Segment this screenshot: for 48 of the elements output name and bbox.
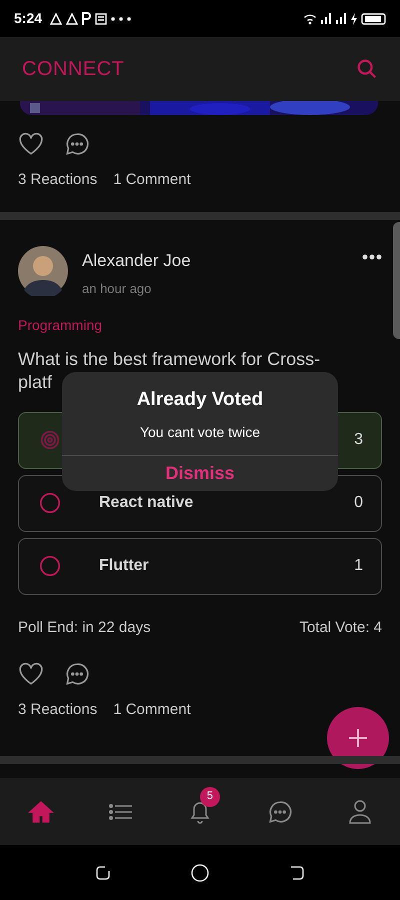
app-title: CONNECT: [22, 57, 124, 82]
post-time: an hour ago: [82, 280, 152, 298]
home-icon[interactable]: [28, 798, 54, 824]
option-count: 3: [354, 430, 363, 450]
notification-badge: 5: [200, 786, 220, 806]
status-time: 5:24: [14, 9, 42, 28]
home-button-icon[interactable]: [191, 864, 209, 882]
news-icon: [95, 12, 108, 24]
plus-icon: [348, 728, 368, 748]
signal-icon: [336, 13, 347, 24]
heart-icon[interactable]: [18, 662, 44, 686]
total-votes-text: Total Vote: 4: [299, 618, 382, 638]
avatar: [18, 246, 68, 296]
comments-count[interactable]: 1 Comment: [113, 699, 191, 722]
radio-icon: [39, 555, 61, 577]
more-notifications-icon: [111, 16, 132, 20]
poll-question: What is the best framework for Cross-: [18, 348, 320, 370]
profile-icon[interactable]: [348, 798, 372, 824]
option-count: 1: [354, 556, 363, 576]
option-label: Flutter: [99, 556, 149, 576]
comment-icon[interactable]: [64, 661, 90, 687]
recent-apps-icon[interactable]: [95, 864, 111, 880]
poll-option[interactable]: Flutter 1: [18, 538, 382, 594]
search-icon[interactable]: [356, 58, 378, 80]
comment-icon[interactable]: [64, 131, 90, 157]
option-label: React native: [99, 493, 194, 513]
list-icon[interactable]: [108, 802, 133, 822]
author-name[interactable]: Alexander Joe: [82, 248, 191, 273]
parking-icon: [82, 12, 92, 25]
back-icon[interactable]: [289, 864, 305, 880]
more-icon[interactable]: [362, 254, 382, 260]
wifi-icon: [303, 12, 317, 25]
dialog-message: You cant vote twice: [140, 423, 260, 442]
radio-icon: [39, 492, 61, 514]
poll-question: platf: [18, 370, 52, 394]
warning-icon: [66, 12, 78, 24]
comments-count[interactable]: 1 Comment: [113, 169, 191, 192]
reactions-count[interactable]: 3 Reactions: [18, 169, 98, 192]
heart-icon[interactable]: [18, 132, 44, 156]
chat-icon[interactable]: [267, 798, 294, 824]
dialog-title: Already Voted: [136, 388, 264, 412]
warning-icon: [50, 12, 62, 24]
charging-icon: [351, 12, 357, 24]
battery-icon: [361, 12, 386, 24]
reactions-count[interactable]: 3 Reactions: [18, 699, 98, 722]
option-count: 0: [354, 493, 363, 513]
poll-end-text: Poll End: in 22 days: [18, 618, 151, 638]
signal-icon: [321, 13, 332, 24]
